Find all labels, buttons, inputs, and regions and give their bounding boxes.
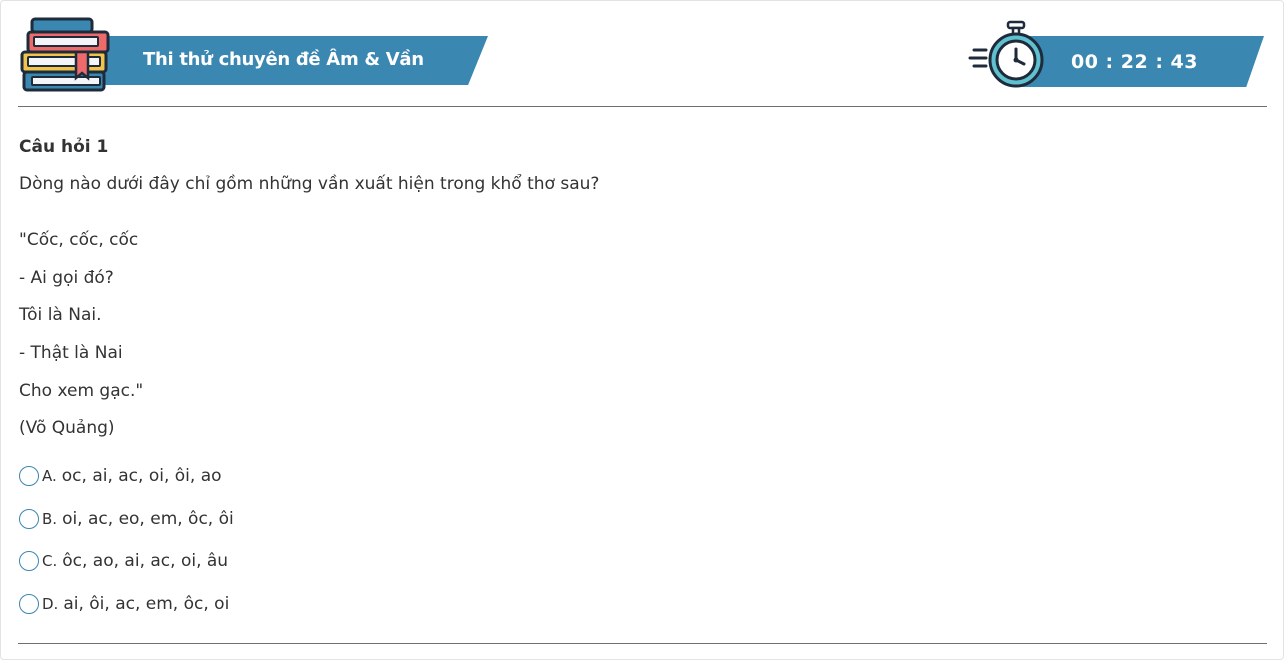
option-text: ôc, ao, ai, ac, oi, âu (62, 551, 229, 571)
quiz-header: Thi thử chuyên đề Âm & Vần 00 : 22 : 43 (0, 0, 1286, 108)
answer-option-a[interactable]: A. oc, ai, ac, oi, ôi, ao (19, 462, 234, 505)
header-divider (18, 106, 1267, 107)
page-title: Thi thử chuyên đề Âm & Vần (143, 49, 424, 70)
question-prompt: Dòng nào dưới đây chỉ gồm những vần xuất… (19, 174, 600, 194)
answer-option-c[interactable]: C. ôc, ao, ai, ac, oi, âu (19, 547, 234, 590)
option-text: ai, ôi, ac, em, ôc, oi (63, 593, 230, 614)
footer-divider (18, 643, 1267, 644)
option-text: oi, ac, eo, em, ôc, ôi (62, 508, 234, 529)
question-number: Câu hỏi 1 (19, 137, 109, 157)
poem-line: - Ai gọi đó? (19, 267, 114, 288)
poem-author: (Võ Quảng) (19, 418, 115, 439)
option-letter: B. (42, 509, 58, 528)
answer-options: A. oc, ai, ac, oi, ôi, ao B. oi, ac, eo,… (19, 462, 234, 632)
answer-option-d[interactable]: D. ai, ôi, ac, em, ôc, oi (19, 590, 234, 633)
poem-line: Cho xem gạc." (19, 380, 144, 401)
option-letter: C. (42, 552, 58, 570)
option-text: oc, ai, ac, oi, ôi, ao (61, 466, 222, 486)
countdown-timer: 00 : 22 : 43 (1071, 51, 1198, 73)
answer-option-b[interactable]: B. oi, ac, eo, em, ôc, ôi (19, 505, 234, 548)
poem-line: - Thật là Nai (19, 343, 123, 364)
radio-circle-icon[interactable] (19, 551, 39, 571)
radio-circle-icon[interactable] (19, 466, 39, 486)
books-stack-icon (20, 17, 110, 92)
stopwatch-icon (968, 20, 1044, 88)
poem-excerpt: "Cốc, cốc, cốc - Ai gọi đó? Tôi là Nai. … (19, 228, 143, 454)
option-letter: D. (42, 594, 59, 613)
option-letter: A. (42, 467, 57, 485)
poem-line: "Cốc, cốc, cốc (19, 230, 139, 250)
radio-circle-icon[interactable] (19, 508, 39, 529)
radio-circle-icon[interactable] (19, 593, 39, 614)
poem-line: Tôi là Nai. (19, 305, 102, 326)
